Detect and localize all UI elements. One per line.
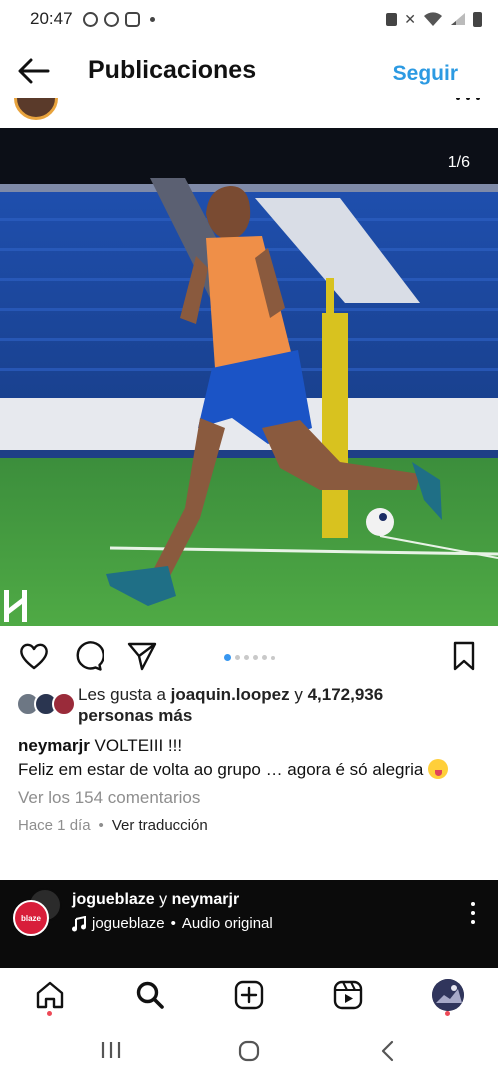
action-bar bbox=[0, 626, 498, 686]
reel-audio-line[interactable]: jogueblaze • Audio original bbox=[72, 915, 273, 932]
post-meta: Hace 1 día • Ver traducción bbox=[18, 817, 208, 834]
caption-body-text: Feliz em estar de volta ao grupo … agora… bbox=[18, 760, 424, 779]
reel-audio-separator: • bbox=[170, 915, 176, 932]
more-notifications-dot bbox=[149, 16, 155, 22]
meta-separator: • bbox=[98, 817, 104, 834]
caption-body: Feliz em estar de volta ao grupo … agora… bbox=[18, 759, 449, 780]
music-note-icon bbox=[72, 915, 86, 931]
reel-audio-label: Audio original bbox=[181, 915, 273, 932]
status-right: ✕ bbox=[386, 11, 482, 28]
likes-connector: y bbox=[289, 685, 308, 704]
carousel-dot bbox=[262, 655, 267, 660]
previous-post-peek bbox=[0, 98, 498, 128]
battery-icon bbox=[473, 11, 482, 27]
post-timestamp: Hace 1 día bbox=[18, 817, 91, 834]
reel-user-second: neymarjr bbox=[171, 891, 240, 908]
post-photo[interactable] bbox=[0, 128, 498, 626]
reel-audio-banner[interactable]: blaze jogueblaze y neymarjr jogueblaze •… bbox=[0, 880, 498, 968]
carousel-dot bbox=[271, 655, 275, 660]
carousel-dot bbox=[224, 654, 231, 661]
likes-count[interactable]: 4,172,936 bbox=[308, 685, 384, 704]
instagram-icon bbox=[124, 11, 140, 27]
avatar bbox=[52, 692, 76, 716]
likes-prefix: Les gusta a bbox=[78, 685, 171, 704]
header: Publicaciones Seguir bbox=[0, 38, 498, 104]
page-title: Publicaciones bbox=[88, 56, 257, 84]
status-left: 20:47 bbox=[30, 9, 155, 29]
back-button-icon[interactable] bbox=[380, 1040, 396, 1067]
recent-apps-icon[interactable] bbox=[100, 1040, 122, 1065]
caption-title: VOLTEIII !!! bbox=[89, 736, 183, 755]
home-button-icon[interactable] bbox=[238, 1040, 260, 1067]
liker-username[interactable]: joaquin.loopez bbox=[171, 685, 290, 704]
search-icon[interactable] bbox=[135, 980, 165, 1010]
caption-username[interactable]: neymarjr bbox=[18, 736, 90, 755]
brand-badge-text: blaze bbox=[20, 913, 41, 923]
avatar[interactable] bbox=[14, 98, 58, 120]
system-navigation-bar bbox=[0, 1024, 498, 1080]
reel-user-first: jogueblaze bbox=[72, 891, 155, 908]
reel-audio-user: jogueblaze bbox=[92, 915, 165, 932]
tongue-emoji-icon bbox=[428, 759, 449, 779]
reels-icon[interactable] bbox=[333, 980, 363, 1010]
likes-text: Les gusta a joaquin.loopez y 4,172,936 bbox=[78, 684, 478, 706]
reel-users-connector: y bbox=[154, 891, 172, 908]
lock-icon bbox=[386, 12, 398, 26]
share-send-icon[interactable] bbox=[126, 640, 158, 672]
likes-suffix[interactable]: personas más bbox=[78, 706, 192, 726]
whatsapp-icon bbox=[82, 11, 98, 27]
like-heart-icon[interactable] bbox=[18, 640, 50, 672]
notification-dot bbox=[445, 1011, 450, 1016]
back-arrow-icon[interactable] bbox=[18, 58, 50, 84]
view-comments-link[interactable]: Ver los 154 comentarios bbox=[18, 788, 200, 808]
comment-icon[interactable] bbox=[72, 640, 104, 672]
status-bar: 20:47 ✕ bbox=[0, 0, 498, 38]
carousel-dot bbox=[235, 655, 240, 660]
signal-icon bbox=[450, 12, 466, 26]
more-options-icon[interactable] bbox=[456, 98, 480, 100]
whatsapp-icon bbox=[103, 11, 119, 27]
caption-first-line: neymarjr VOLTEIII !!! bbox=[18, 736, 182, 756]
bottom-navigation bbox=[0, 968, 498, 1024]
mute-icon: ✕ bbox=[404, 10, 416, 27]
wifi-icon bbox=[423, 11, 443, 27]
carousel-dot bbox=[253, 655, 258, 660]
profile-avatar[interactable] bbox=[432, 979, 464, 1011]
carousel-indicator bbox=[224, 654, 275, 661]
create-icon[interactable] bbox=[234, 980, 264, 1010]
home-icon[interactable] bbox=[35, 980, 65, 1010]
carousel-dot bbox=[244, 655, 249, 660]
notification-dot bbox=[47, 1011, 52, 1016]
see-translation-link[interactable]: Ver traducción bbox=[112, 817, 208, 834]
more-options-icon[interactable] bbox=[470, 902, 476, 924]
reel-users[interactable]: jogueblaze y neymarjr bbox=[72, 891, 239, 909]
save-bookmark-icon[interactable] bbox=[448, 640, 480, 672]
status-time: 20:47 bbox=[30, 9, 73, 28]
liker-avatars bbox=[16, 692, 76, 718]
brand-avatar: blaze bbox=[13, 900, 49, 936]
image-counter: 1/6 bbox=[447, 154, 470, 171]
follow-button[interactable]: Seguir bbox=[393, 62, 458, 86]
